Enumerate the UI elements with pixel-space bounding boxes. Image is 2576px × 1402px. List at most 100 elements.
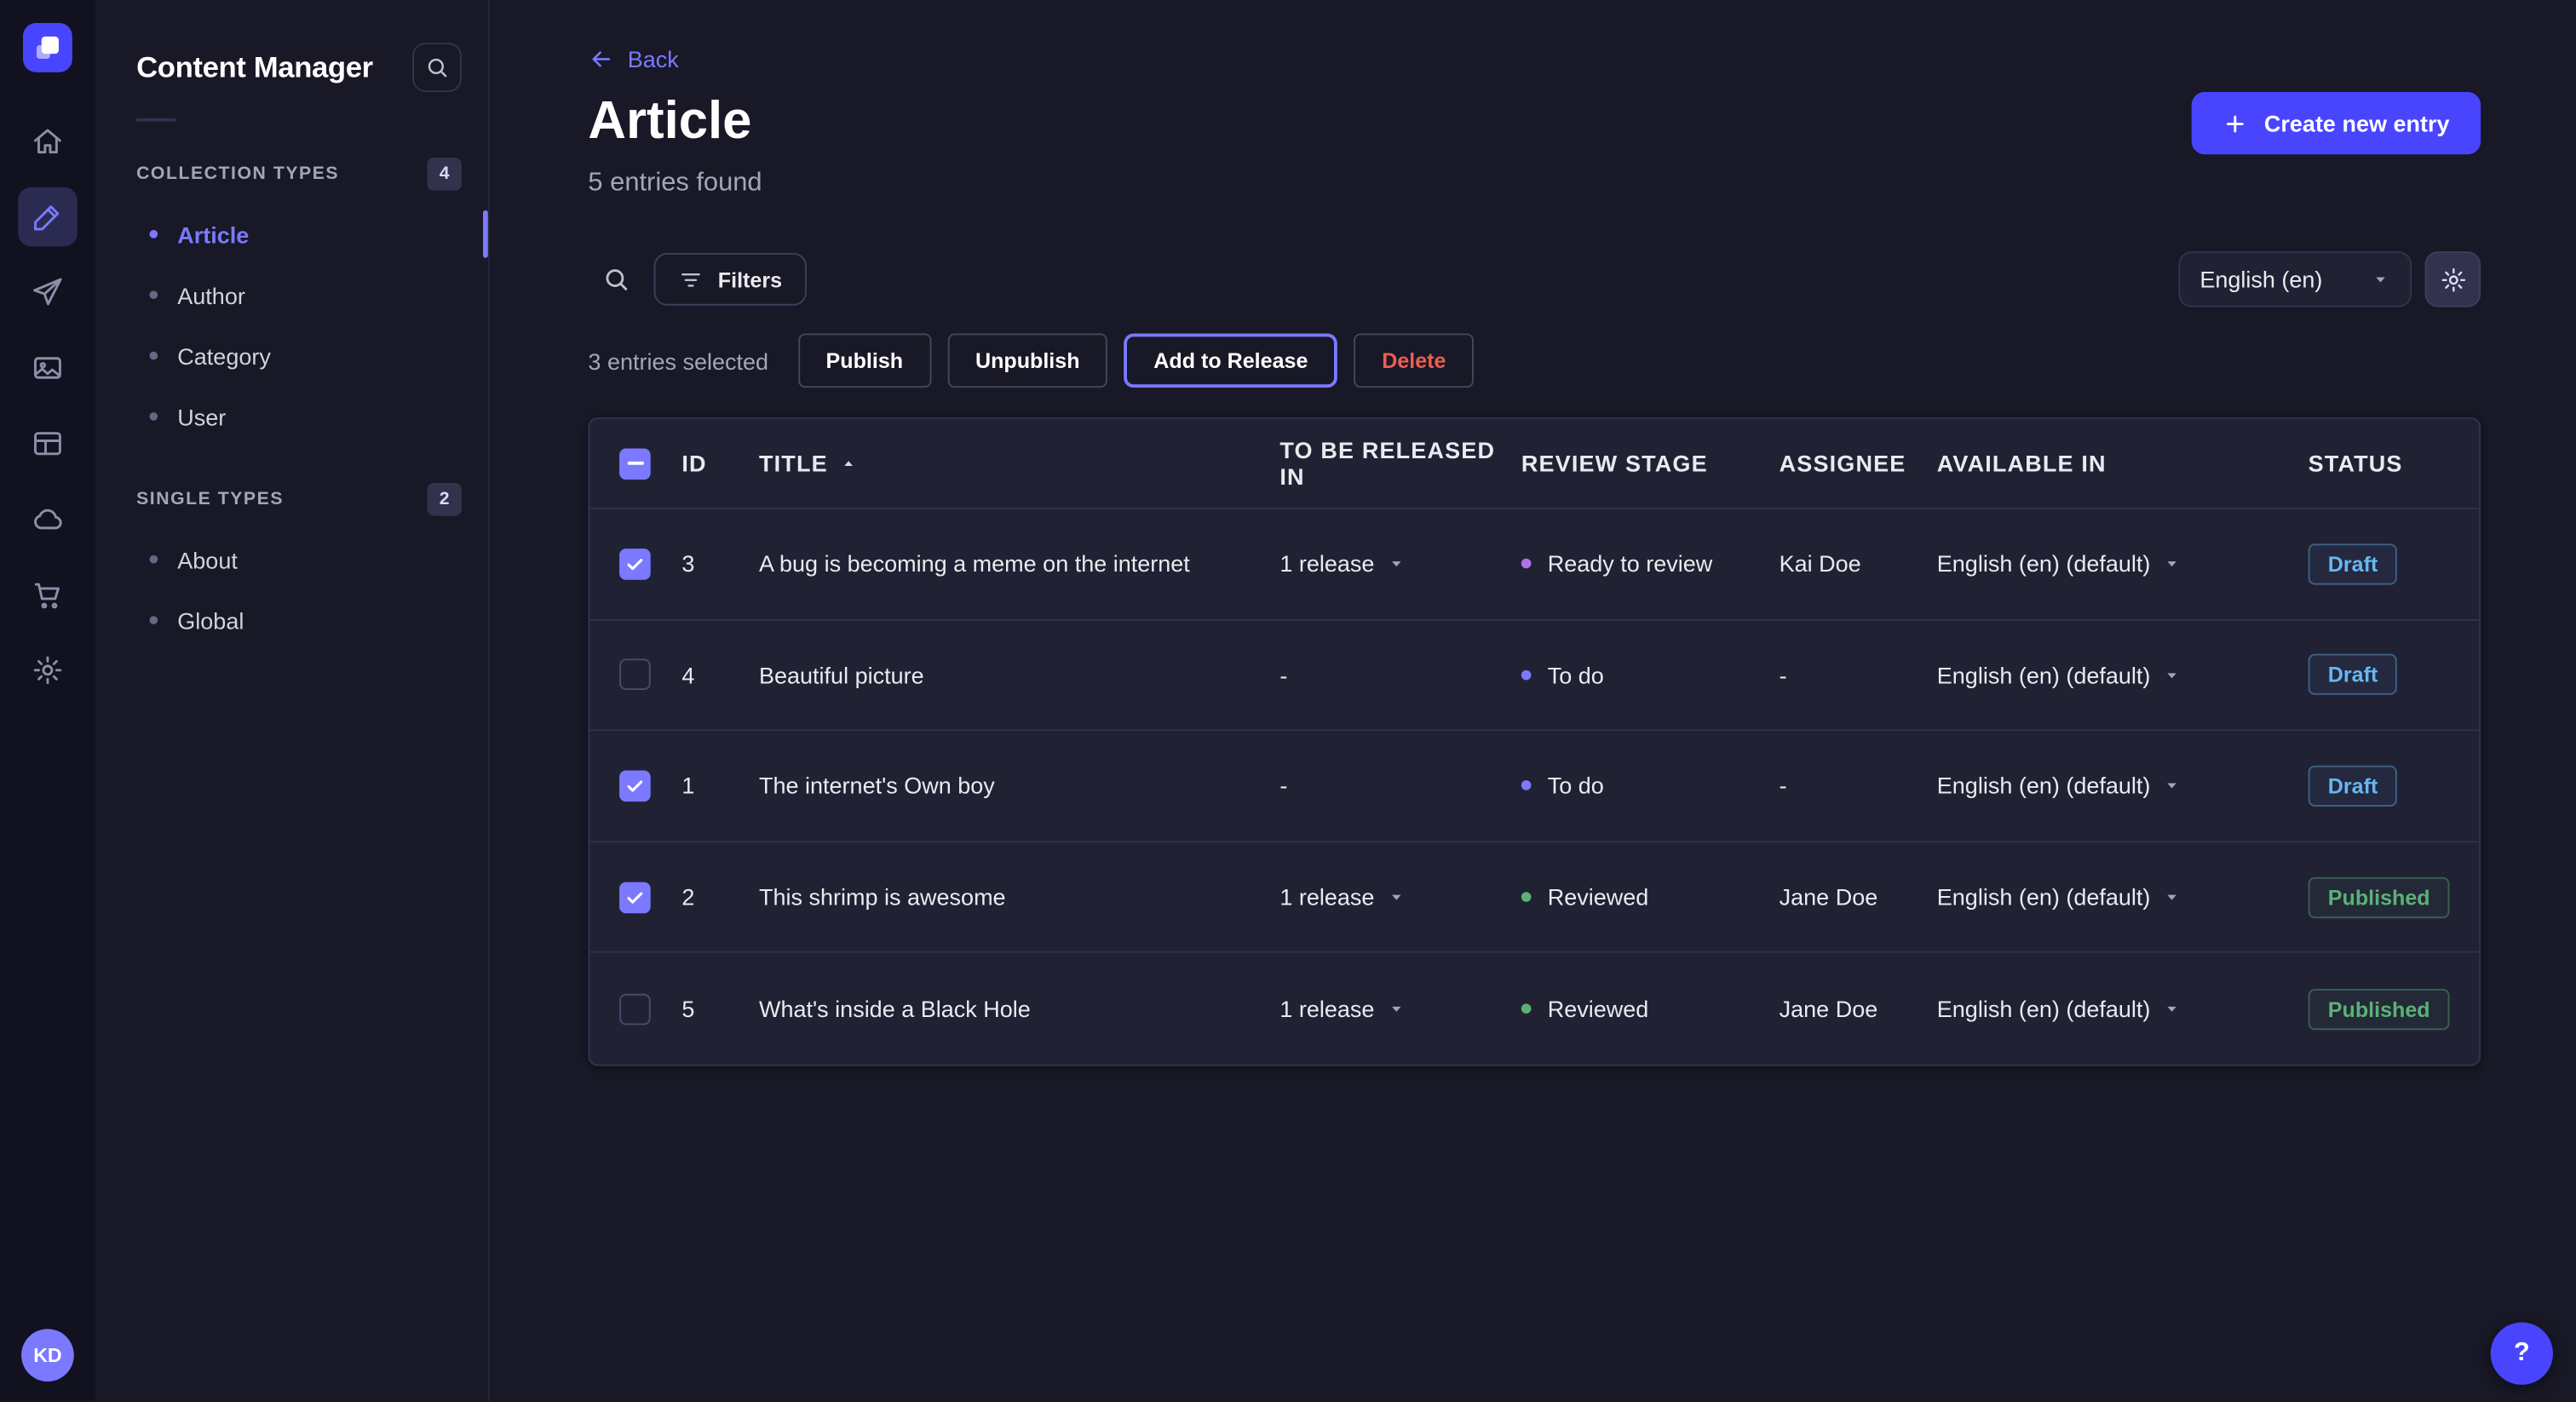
paper-plane-icon (32, 276, 65, 309)
locale-value: English (en) (default) (1937, 551, 2151, 577)
caret-down-icon (2162, 999, 2182, 1019)
entries-table: ID TITLE TO BE RELEASED IN REVIEW STAGE … (588, 417, 2481, 1066)
filters-button[interactable]: Filters (654, 253, 807, 306)
section-header[interactable]: COLLECTION TYPES4 (136, 158, 462, 191)
cell-status: Draft (2309, 654, 2480, 695)
col-header-review-stage[interactable]: REVIEW STAGE (1521, 450, 1780, 476)
release-menu-trigger[interactable]: 1 release (1279, 884, 1406, 911)
row-checkbox[interactable] (619, 882, 651, 913)
release-value: 1 release (1279, 884, 1374, 911)
col-header-released-in[interactable]: TO BE RELEASED IN (1279, 437, 1521, 490)
bullet-icon (149, 616, 158, 624)
locale-select[interactable]: English (en) (2178, 251, 2412, 307)
locale-menu-trigger[interactable]: English (en) (default) (1937, 551, 2182, 577)
cell-title[interactable]: The internet's Own boy (759, 773, 1279, 799)
table-row: 5What's inside a Black Hole1 releaseRevi… (589, 953, 2479, 1064)
cell-assignee: Kai Doe (1780, 551, 1937, 577)
cell-title[interactable]: A bug is becoming a meme on the internet (759, 551, 1279, 577)
content-manager-sidebar: Content Manager COLLECTION TYPES4Article… (95, 0, 490, 1401)
release-menu-trigger[interactable]: 1 release (1279, 551, 1406, 577)
cell-available-in: English (en) (default) (1937, 884, 2309, 911)
arrow-left-icon (588, 46, 614, 72)
add-to-release-button[interactable]: Add to Release (1124, 333, 1338, 388)
sidebar-item-article[interactable]: Article (136, 204, 462, 264)
sidebar-item-category[interactable]: Category (136, 325, 462, 386)
locale-menu-trigger[interactable]: English (en) (default) (1937, 884, 2182, 911)
col-header-id[interactable]: ID (681, 450, 759, 476)
sidebar-item-global[interactable]: Global (136, 589, 462, 650)
bullet-icon (149, 555, 158, 564)
status-badge: Draft (2309, 654, 2398, 695)
nav-home[interactable] (18, 112, 77, 170)
unpublish-button[interactable]: Unpublish (947, 333, 1107, 388)
nav-content-manager[interactable] (18, 187, 77, 246)
status-badge: Published (2309, 876, 2450, 917)
view-settings-button[interactable] (2425, 251, 2481, 307)
cell-id: 4 (681, 662, 759, 688)
release-value: - (1279, 662, 1287, 688)
check-icon (624, 554, 646, 575)
col-header-status[interactable]: STATUS (2309, 450, 2480, 476)
cell-title[interactable]: What's inside a Black Hole (759, 996, 1279, 1022)
row-checkbox[interactable] (619, 770, 651, 802)
sidebar-item-label: Global (177, 607, 244, 634)
caret-down-icon (2162, 776, 2182, 796)
cell-title[interactable]: This shrimp is awesome (759, 884, 1279, 911)
user-avatar[interactable]: KD (21, 1329, 74, 1382)
cell-status: Draft (2309, 766, 2480, 807)
stage-label: Reviewed (1548, 884, 1649, 911)
sidebar-item-author[interactable]: Author (136, 264, 462, 325)
release-menu-trigger: - (1279, 662, 1287, 688)
create-new-entry-button[interactable]: Create new entry (2192, 92, 2481, 154)
home-icon (32, 125, 65, 158)
pencil-icon (32, 200, 65, 233)
nav-marketplace[interactable] (18, 565, 77, 623)
back-link[interactable]: Back (588, 46, 678, 72)
nav-content-type-builder[interactable] (18, 414, 77, 473)
sidebar-item-about[interactable]: About (136, 529, 462, 589)
rail-nav (18, 112, 77, 699)
table-row: 3A bug is becoming a meme on the interne… (589, 509, 2479, 620)
help-button[interactable]: ? (2491, 1322, 2553, 1384)
cell-title[interactable]: Beautiful picture (759, 662, 1279, 688)
section-header[interactable]: SINGLE TYPES 2 (136, 483, 462, 516)
stage-label: To do (1548, 773, 1604, 799)
cell-assignee: - (1780, 662, 1937, 688)
select-all-checkbox[interactable] (619, 448, 651, 480)
nav-cloud[interactable] (18, 490, 77, 549)
locale-menu-trigger[interactable]: English (en) (default) (1937, 662, 2182, 688)
table-search-button[interactable] (588, 251, 644, 307)
row-checkbox[interactable] (619, 659, 651, 691)
status-badge: Published (2309, 988, 2450, 1029)
caret-down-icon (1386, 999, 1406, 1019)
stage-dot-icon (1521, 892, 1532, 902)
col-header-assignee[interactable]: ASSIGNEE (1780, 450, 1937, 476)
bullet-icon (149, 230, 158, 238)
cell-id: 5 (681, 996, 759, 1022)
publish-button[interactable]: Publish (798, 333, 931, 388)
row-checkbox[interactable] (619, 993, 651, 1025)
release-menu-trigger[interactable]: 1 release (1279, 996, 1406, 1022)
cloud-icon (32, 503, 65, 536)
locale-menu-trigger[interactable]: English (en) (default) (1937, 996, 2182, 1022)
selection-bar: 3 entries selected Publish Unpublish Add… (588, 333, 2481, 388)
delete-button[interactable]: Delete (1354, 333, 1474, 388)
section-label: SINGLE TYPES (136, 490, 284, 509)
col-header-title[interactable]: TITLE (759, 450, 1279, 476)
row-checkbox[interactable] (619, 549, 651, 580)
locale-menu-trigger[interactable]: English (en) (default) (1937, 773, 2182, 799)
release-menu-trigger: - (1279, 773, 1287, 799)
col-header-available-in[interactable]: AVAILABLE IN (1937, 450, 2309, 476)
sidebar-item-user[interactable]: User (136, 386, 462, 446)
strapi-logo[interactable] (23, 23, 72, 72)
nav-releases[interactable] (18, 263, 77, 322)
cell-released-in: - (1279, 662, 1521, 688)
sidebar-search-button[interactable] (412, 43, 462, 92)
cart-icon (32, 578, 65, 612)
nav-media-library[interactable] (18, 338, 77, 397)
section-count-badge: 2 (427, 483, 461, 516)
stage-label: To do (1548, 662, 1604, 688)
nav-settings[interactable] (18, 641, 77, 699)
status-badge: Draft (2309, 543, 2398, 584)
table-row: 2This shrimp is awesome1 releaseReviewed… (589, 842, 2479, 953)
